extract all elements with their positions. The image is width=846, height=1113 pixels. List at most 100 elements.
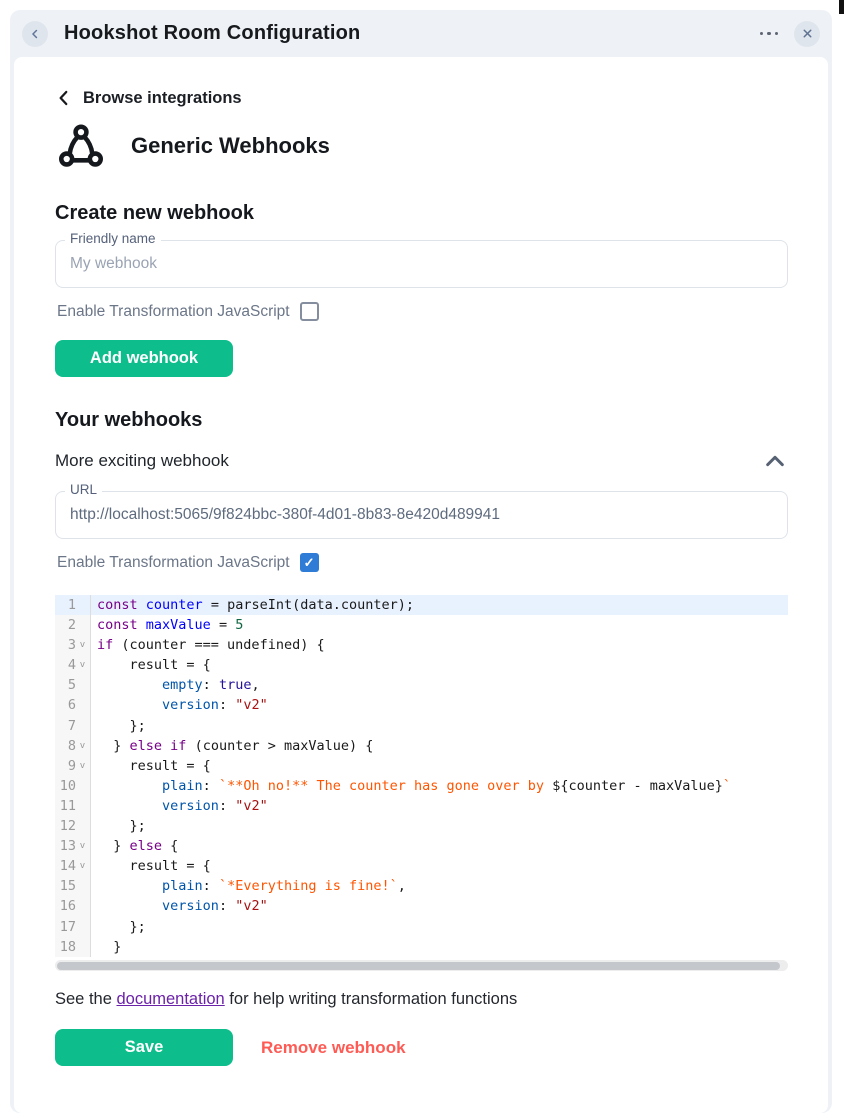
code-text: } else if (counter > maxValue) { bbox=[91, 736, 788, 756]
enable-transform-label: Enable Transformation JavaScript bbox=[57, 303, 290, 321]
dialog-menu-button[interactable] bbox=[758, 26, 781, 42]
save-button[interactable]: Save bbox=[55, 1029, 233, 1066]
code-text: version: "v2" bbox=[91, 796, 788, 816]
chevron-left-icon bbox=[55, 88, 73, 108]
code-text: } else { bbox=[91, 836, 788, 856]
line-number: 14 bbox=[55, 856, 76, 876]
line-number: 7 bbox=[55, 716, 76, 736]
gutter-cell: 16 bbox=[55, 896, 91, 916]
scrollbar-thumb[interactable] bbox=[57, 962, 780, 970]
webhook-icon bbox=[55, 120, 107, 172]
config-panel: Browse integrations Generic Webhooks Cre… bbox=[14, 57, 828, 1113]
code-text: plain: `**Oh no!** The counter has gone … bbox=[91, 776, 788, 796]
gutter-cell: 7 bbox=[55, 716, 91, 736]
gutter-cell: 9v bbox=[55, 756, 91, 776]
code-text: } bbox=[91, 937, 788, 957]
code-line[interactable]: 18 } bbox=[55, 937, 788, 957]
webhook-url-input[interactable] bbox=[56, 492, 787, 538]
code-line[interactable]: 12 }; bbox=[55, 816, 788, 836]
fold-arrow-icon[interactable]: v bbox=[76, 736, 89, 756]
enable-transform-checkbox-new[interactable] bbox=[300, 302, 319, 321]
line-number: 3 bbox=[55, 635, 76, 655]
line-number: 5 bbox=[55, 675, 76, 695]
gutter-cell: 17 bbox=[55, 917, 91, 937]
friendly-name-field: Friendly name bbox=[55, 240, 788, 288]
gutter-cell: 12 bbox=[55, 816, 91, 836]
fold-arrow-icon[interactable]: v bbox=[76, 756, 89, 776]
gutter-cell: 6 bbox=[55, 695, 91, 715]
line-number: 15 bbox=[55, 876, 76, 896]
code-line[interactable]: 6 version: "v2" bbox=[55, 695, 788, 715]
dialog-title: Hookshot Room Configuration bbox=[64, 22, 360, 45]
code-editor-lines: 1 const counter = parseInt(data.counter);… bbox=[55, 595, 788, 957]
enable-transform-row-new: Enable Transformation JavaScript bbox=[57, 302, 319, 321]
code-line[interactable]: 5 empty: true, bbox=[55, 675, 788, 695]
your-webhooks-heading: Your webhooks bbox=[55, 409, 202, 432]
code-line[interactable]: 1 const counter = parseInt(data.counter); bbox=[55, 595, 788, 615]
code-line[interactable]: 15 plain: `*Everything is fine!`, bbox=[55, 876, 788, 896]
ellipsis-icon bbox=[760, 32, 764, 36]
documentation-hint: See the documentation for help writing t… bbox=[55, 990, 517, 1009]
gutter-cell: 15 bbox=[55, 876, 91, 896]
add-webhook-button[interactable]: Add webhook bbox=[55, 340, 233, 377]
fold-arrow-icon[interactable]: v bbox=[76, 856, 89, 876]
code-text: if (counter === undefined) { bbox=[91, 635, 788, 655]
code-text: plain: `*Everything is fine!`, bbox=[91, 876, 788, 896]
code-text: }; bbox=[91, 816, 788, 836]
line-number: 9 bbox=[55, 756, 76, 776]
browse-integrations-label: Browse integrations bbox=[83, 89, 242, 108]
gutter-cell: 5 bbox=[55, 675, 91, 695]
gutter-cell: 4v bbox=[55, 655, 91, 675]
code-text: result = { bbox=[91, 856, 788, 876]
code-line[interactable]: 11 version: "v2" bbox=[55, 796, 788, 816]
enable-transform-row-existing: Enable Transformation JavaScript ✓ bbox=[57, 553, 319, 572]
code-text: version: "v2" bbox=[91, 695, 788, 715]
code-line[interactable]: 9v result = { bbox=[55, 756, 788, 776]
code-line[interactable]: 3vif (counter === undefined) { bbox=[55, 635, 788, 655]
code-text: result = { bbox=[91, 655, 788, 675]
line-number: 18 bbox=[55, 937, 76, 957]
line-number: 2 bbox=[55, 615, 76, 635]
line-number: 4 bbox=[55, 655, 76, 675]
dialog-back-button[interactable] bbox=[22, 21, 48, 47]
gutter-cell: 10 bbox=[55, 776, 91, 796]
code-line[interactable]: 10 plain: `**Oh no!** The counter has go… bbox=[55, 776, 788, 796]
dialog-close-button[interactable] bbox=[794, 21, 820, 47]
fold-arrow-icon[interactable]: v bbox=[76, 836, 89, 856]
code-line[interactable]: 16 version: "v2" bbox=[55, 896, 788, 916]
code-editor[interactable]: 1 const counter = parseInt(data.counter);… bbox=[55, 592, 788, 958]
code-line[interactable]: 4v result = { bbox=[55, 655, 788, 675]
line-number: 6 bbox=[55, 695, 76, 715]
friendly-name-input[interactable] bbox=[56, 241, 787, 287]
code-line[interactable]: 8v } else if (counter > maxValue) { bbox=[55, 736, 788, 756]
remove-webhook-button[interactable]: Remove webhook bbox=[261, 1029, 406, 1066]
chevron-left-icon bbox=[28, 27, 42, 41]
text-cursor-artifact bbox=[839, 0, 844, 14]
code-line[interactable]: 13v } else { bbox=[55, 836, 788, 856]
gutter-cell: 18 bbox=[55, 937, 91, 957]
fold-arrow-icon[interactable]: v bbox=[76, 655, 89, 675]
line-number: 1 bbox=[55, 595, 76, 615]
collapse-webhook-button[interactable] bbox=[762, 451, 788, 471]
webhook-url-label: URL bbox=[65, 482, 102, 497]
code-line[interactable]: 17 }; bbox=[55, 917, 788, 937]
gutter-cell: 14v bbox=[55, 856, 91, 876]
gutter-cell: 13v bbox=[55, 836, 91, 856]
gutter-cell: 11 bbox=[55, 796, 91, 816]
code-text: const counter = parseInt(data.counter); bbox=[91, 595, 788, 615]
webhook-list-item: More exciting webhook bbox=[55, 451, 788, 471]
code-text: }; bbox=[91, 917, 788, 937]
documentation-link[interactable]: documentation bbox=[116, 990, 224, 1008]
fold-arrow-icon[interactable]: v bbox=[76, 635, 89, 655]
line-number: 12 bbox=[55, 816, 76, 836]
hookshot-config-dialog: Hookshot Room Configuration Browse integ… bbox=[10, 10, 832, 1113]
line-number: 11 bbox=[55, 796, 76, 816]
enable-transform-checkbox-existing[interactable]: ✓ bbox=[300, 553, 319, 572]
browse-integrations-link[interactable]: Browse integrations bbox=[55, 88, 242, 108]
line-number: 17 bbox=[55, 917, 76, 937]
code-line[interactable]: 14v result = { bbox=[55, 856, 788, 876]
code-text: result = { bbox=[91, 756, 788, 776]
code-line[interactable]: 2const maxValue = 5 bbox=[55, 615, 788, 635]
code-text: empty: true, bbox=[91, 675, 788, 695]
code-line[interactable]: 7 }; bbox=[55, 716, 788, 736]
